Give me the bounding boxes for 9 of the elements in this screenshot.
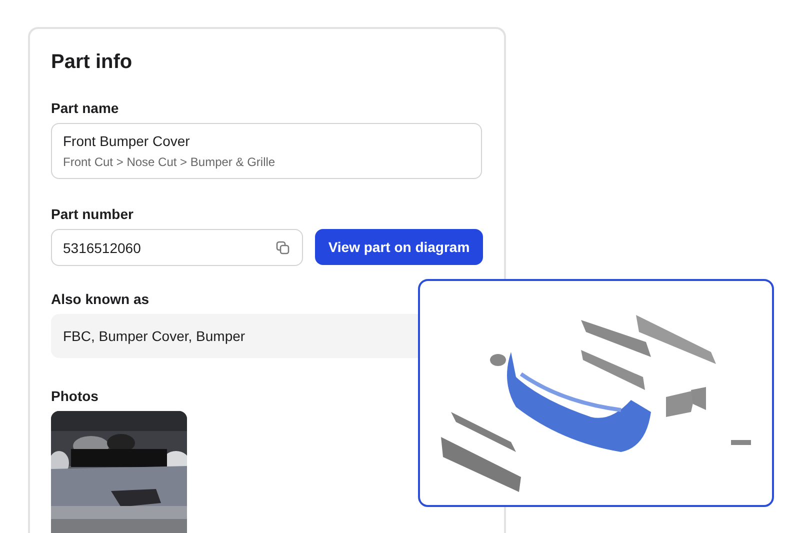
field-label: Part name xyxy=(51,100,119,116)
part-name-field[interactable]: Front Bumper Cover Front Cut > Nose Cut > Bumper & Grille xyxy=(51,123,482,179)
field-label: Part number xyxy=(51,206,134,222)
part-number-field[interactable]: 5316512060 xyxy=(51,229,303,266)
field-label: Photos xyxy=(51,388,98,404)
field-label: Also known as xyxy=(51,291,150,307)
view-diagram-button[interactable]: View part on diagram xyxy=(315,229,483,265)
panel-title: Part info xyxy=(51,51,132,74)
copy-icon[interactable] xyxy=(276,240,290,254)
